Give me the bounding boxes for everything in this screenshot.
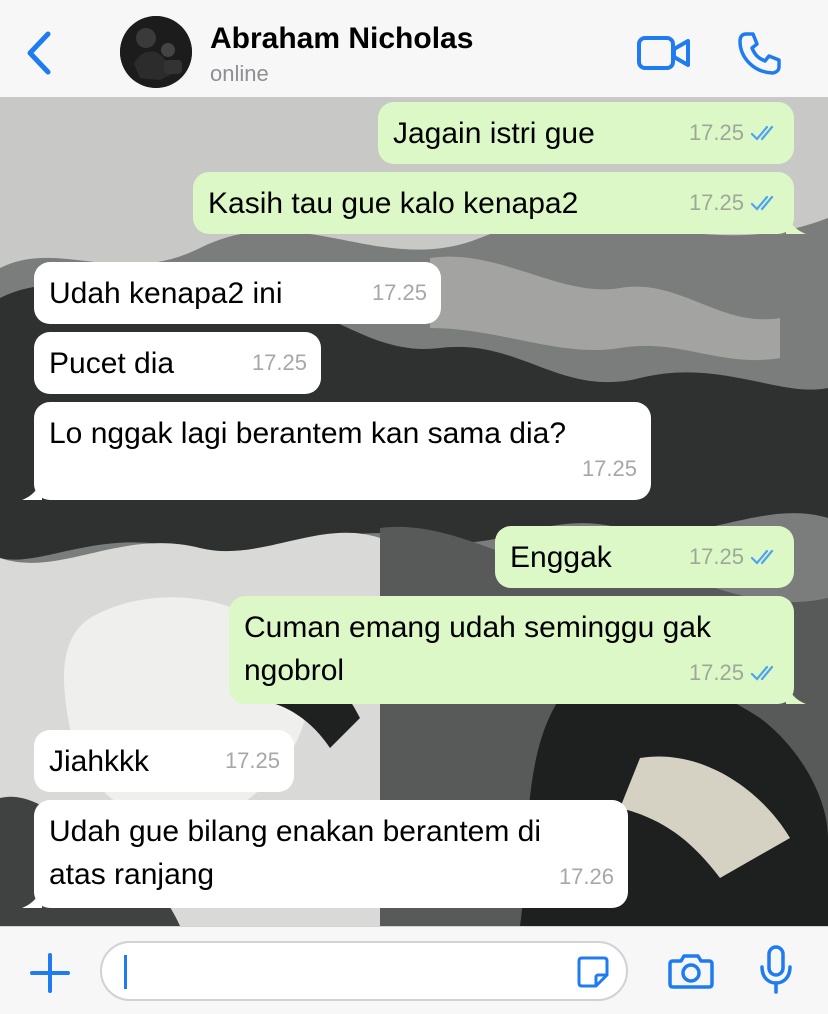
video-call-icon xyxy=(637,36,690,70)
incoming-message[interactable]: Lo nggak lagi berantem kan sama dia? 17.… xyxy=(22,402,651,500)
microphone-icon xyxy=(760,945,792,994)
text-cursor xyxy=(124,955,127,989)
message-time: 17.25 xyxy=(688,544,744,569)
read-ticks-icon xyxy=(750,125,774,141)
avatar[interactable] xyxy=(120,16,192,88)
message-time: 17.25 xyxy=(581,456,637,481)
message-time: 17.25 xyxy=(224,748,280,773)
outgoing-message[interactable]: Jagain istri gue 17.25 xyxy=(378,102,794,164)
contact-name[interactable]: Abraham Nicholas xyxy=(210,22,473,56)
message-meta: 17.25 xyxy=(372,271,427,314)
plus-icon xyxy=(30,953,70,993)
attach-button[interactable] xyxy=(30,953,70,993)
message-text: Lo nggak lagi berantem kan sama dia? xyxy=(49,417,567,450)
message-time: 17.25 xyxy=(371,280,427,305)
sticker-icon[interactable] xyxy=(576,955,610,989)
message-meta: 17.25 xyxy=(225,739,280,782)
message-meta: 17.25 xyxy=(689,181,780,224)
chevron-left-icon xyxy=(27,31,51,75)
message-time: 17.25 xyxy=(688,660,744,685)
bubble-tail xyxy=(786,682,806,704)
bubble-tail xyxy=(22,886,42,908)
message-input[interactable] xyxy=(100,941,628,1001)
read-ticks-icon xyxy=(750,665,774,681)
message-meta: 17.25 xyxy=(689,651,780,694)
message-meta: 17.26 xyxy=(559,855,614,898)
outgoing-message[interactable]: Enggak 17.25 xyxy=(495,526,794,588)
chat-header: Abraham Nicholas online xyxy=(0,0,828,98)
outgoing-message[interactable]: Kasih tau gue kalo kenapa2 17.25 xyxy=(193,172,806,234)
incoming-message[interactable]: Udah kenapa2 ini 17.25 xyxy=(34,262,441,324)
read-ticks-icon xyxy=(750,549,774,565)
composer-bar xyxy=(0,926,828,1014)
contact-status: online xyxy=(210,61,269,86)
incoming-message[interactable]: Jiahkkk 17.25 xyxy=(34,730,294,792)
outgoing-message[interactable]: Cuman emang udah seminggu gak ngobrol 17… xyxy=(229,596,806,704)
back-button[interactable] xyxy=(20,28,60,78)
message-time: 17.25 xyxy=(688,120,744,145)
incoming-message[interactable]: Udah gue bilang enakan berantem di atas … xyxy=(22,800,628,908)
message-meta: 17.25 xyxy=(582,447,637,490)
message-meta: 17.25 xyxy=(689,535,780,578)
microphone-button[interactable] xyxy=(758,945,794,995)
message-time: 17.25 xyxy=(688,190,744,215)
bubble-tail xyxy=(22,478,42,500)
phone-call-button[interactable] xyxy=(736,30,782,76)
message-text: Udah kenapa2 ini xyxy=(49,277,283,310)
read-ticks-icon xyxy=(750,195,774,211)
video-call-button[interactable] xyxy=(636,34,692,72)
incoming-message[interactable]: Pucet dia 17.25 xyxy=(34,332,321,394)
bubble-tail xyxy=(786,212,806,234)
message-list[interactable]: Jagain istri gue 17.25 Kasih tau gue kal… xyxy=(0,98,828,926)
camera-icon xyxy=(668,954,714,989)
message-text: Udah gue bilang enakan berantem di atas … xyxy=(49,815,542,891)
message-time: 17.25 xyxy=(251,350,307,375)
camera-button[interactable] xyxy=(668,953,714,989)
avatar-image xyxy=(120,16,192,88)
message-time: 17.26 xyxy=(558,864,614,889)
message-meta: 17.25 xyxy=(252,341,307,384)
phone-call-icon xyxy=(738,32,781,75)
message-meta: 17.25 xyxy=(689,111,780,154)
